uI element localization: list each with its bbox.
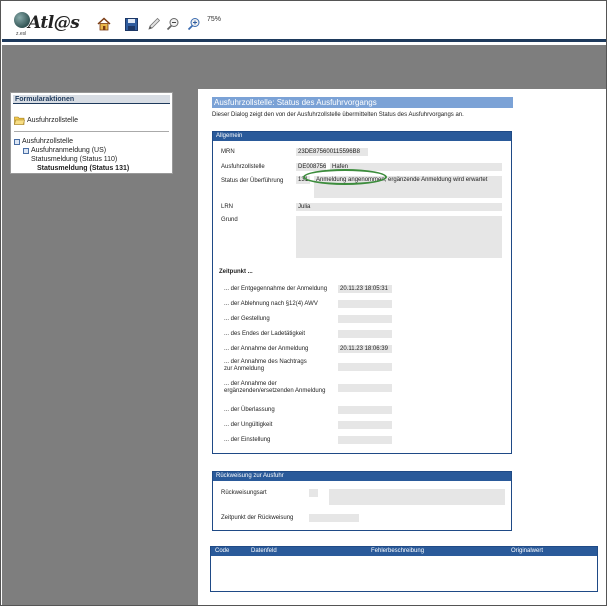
section-heading: Rückweisung zur Ausfuhr — [213, 472, 511, 481]
grund-label: Grund — [221, 217, 238, 223]
lrn-label: LRN — [221, 204, 234, 210]
zeitpunkt-ladetaetigkeit-field[interactable] — [338, 330, 392, 338]
document-page: Ausfuhrzollstelle: Status des Ausfuhrvor… — [198, 89, 606, 605]
zeitpunkt-ueberlassung-field[interactable] — [338, 406, 392, 414]
page-description: Dieser Dialog zeigt den von der Ausfuhrz… — [212, 112, 464, 118]
col-originalwert[interactable]: Originalwert — [511, 547, 543, 556]
zeitpunkt-ablehnung-label: ... der Ablehnung nach §12(4) AWV — [224, 301, 318, 307]
atlas-logo: Atl@s z.esl — [14, 10, 80, 40]
zeitpunkt-nachtrag-label-2: zur Anmeldung — [224, 366, 265, 372]
tree-node-ausfuhrzollstelle[interactable]: Ausfuhrzollstelle — [14, 137, 129, 146]
toolbar: Atl@s z.esl 75% — [2, 2, 606, 42]
rueckweisungsart-text-field[interactable] — [329, 489, 505, 505]
zeitpunkt-gestellung-label: ... der Gestellung — [224, 316, 270, 322]
zeitpunkt-einstellung-field[interactable] — [338, 436, 392, 444]
section-rueckweisung: Rückweisung zur Ausfuhr Rückweisungsart … — [212, 471, 512, 531]
section-allgemein: Allgemein MRN 23DE875600115596B8 Ausfuhr… — [212, 131, 512, 454]
zeitpunkt-ablehnung-field[interactable] — [338, 300, 392, 308]
folder-open-icon — [14, 116, 25, 125]
error-grid: Code Datenfeld Fehlerbeschreibung Origin… — [210, 546, 598, 592]
zollstelle-label: Ausfuhrzollstelle — [221, 164, 265, 170]
mrn-label: MRN — [221, 149, 235, 155]
tree-expand-icon[interactable] — [14, 138, 20, 145]
section-heading: Allgemein — [213, 132, 511, 141]
action-ausfuhrzollstelle[interactable]: Ausfuhrzollstelle — [14, 116, 78, 125]
tree-node-status-110[interactable]: Statusmeldung (Status 110) — [14, 155, 129, 164]
grund-field[interactable] — [296, 216, 502, 258]
zeitpunkt-einstellung-label: ... der Einstellung — [224, 437, 271, 443]
save-icon[interactable] — [123, 16, 139, 32]
rueckweisungsart-code-field[interactable] — [309, 489, 318, 497]
zoom-in-icon[interactable] — [186, 16, 202, 32]
zeitpunkt-ungueltigkeit-field[interactable] — [338, 421, 392, 429]
status-highlight-ellipse — [303, 169, 387, 185]
zeitpunkt-ueberlassung-label: ... der Überlassung — [224, 407, 275, 413]
home-icon[interactable] — [96, 16, 112, 32]
zeitpunkt-gestellung-field[interactable] — [338, 315, 392, 323]
divider — [14, 131, 169, 132]
logo-subtext: z.esl — [16, 31, 27, 37]
tree-node-ausfuhranmeldung[interactable]: Ausfuhranmeldung (US) — [14, 146, 129, 155]
zeitpunkt-nachtrag-field[interactable] — [338, 363, 392, 371]
form-tree: Ausfuhrzollstelle Ausfuhranmeldung (US) … — [14, 137, 129, 173]
form-actions-panel: Formularaktionen Ausfuhrzollstelle Ausfu… — [10, 92, 173, 174]
logo-text: Atl@s — [28, 13, 80, 33]
rueckweisungsart-label: Rückweisungsart — [221, 490, 267, 496]
zeitpunkt-nachtrag-label: ... der Annahme des Nachtrags — [224, 359, 307, 365]
zeitpunkt-ladetaetigkeit-label: ... des Endes der Ladetätigkeit — [224, 331, 306, 337]
zeitpunkt-annahme-label: ... der Annahme der Anmeldung — [224, 346, 309, 352]
col-fehlerbeschreibung[interactable]: Fehlerbeschreibung — [371, 547, 424, 556]
panel-title: Formularaktionen — [13, 95, 170, 104]
error-grid-header: Code Datenfeld Fehlerbeschreibung Origin… — [211, 547, 597, 556]
rueckweisung-zeitpunkt-field[interactable] — [309, 514, 359, 522]
status-label: Status der Überführung — [221, 178, 284, 184]
zeitpunkt-ungueltigkeit-label: ... der Ungültigkeit — [224, 422, 273, 428]
col-code[interactable]: Code — [215, 547, 229, 556]
mrn-field[interactable]: 23DE875600115596B8 — [296, 148, 368, 156]
pencil-icon[interactable] — [146, 16, 162, 32]
page-title: Ausfuhrzollstelle: Status des Ausfuhrvor… — [212, 97, 513, 108]
rueckweisung-zeitpunkt-label: Zeitpunkt der Rückweisung — [221, 515, 294, 521]
zoom-level: 75% — [207, 16, 222, 23]
tree-node-status-131[interactable]: Statusmeldung (Status 131) — [14, 164, 129, 173]
zoom-out-icon[interactable] — [165, 16, 181, 32]
tree-expand-icon[interactable] — [23, 147, 29, 154]
zeitpunkt-heading: Zeitpunkt ... — [219, 269, 253, 275]
zeitpunkt-annahme-field[interactable]: 20.11.23 18:06:39 — [338, 345, 392, 353]
zeitpunkt-ergaenzend-field[interactable] — [338, 384, 392, 392]
lrn-field[interactable]: Julia — [296, 203, 502, 211]
col-datenfeld[interactable]: Datenfeld — [251, 547, 277, 556]
zeitpunkt-entgegennahme-label: ... der Entgegennahme der Anmeldung — [224, 286, 328, 292]
window-frame: Atl@s z.esl 75% Formularaktionen Ausfuhr… — [0, 0, 607, 606]
zeitpunkt-ergaenzend-label-2: ergänzenden/ersetzenden Anmeldung — [224, 388, 326, 394]
zeitpunkt-entgegennahme-field[interactable]: 20.11.23 18:05:31 — [338, 285, 392, 293]
zeitpunkt-ergaenzend-label: ... der Annahme der — [224, 381, 277, 387]
action-label: Ausfuhrzollstelle — [27, 117, 78, 124]
